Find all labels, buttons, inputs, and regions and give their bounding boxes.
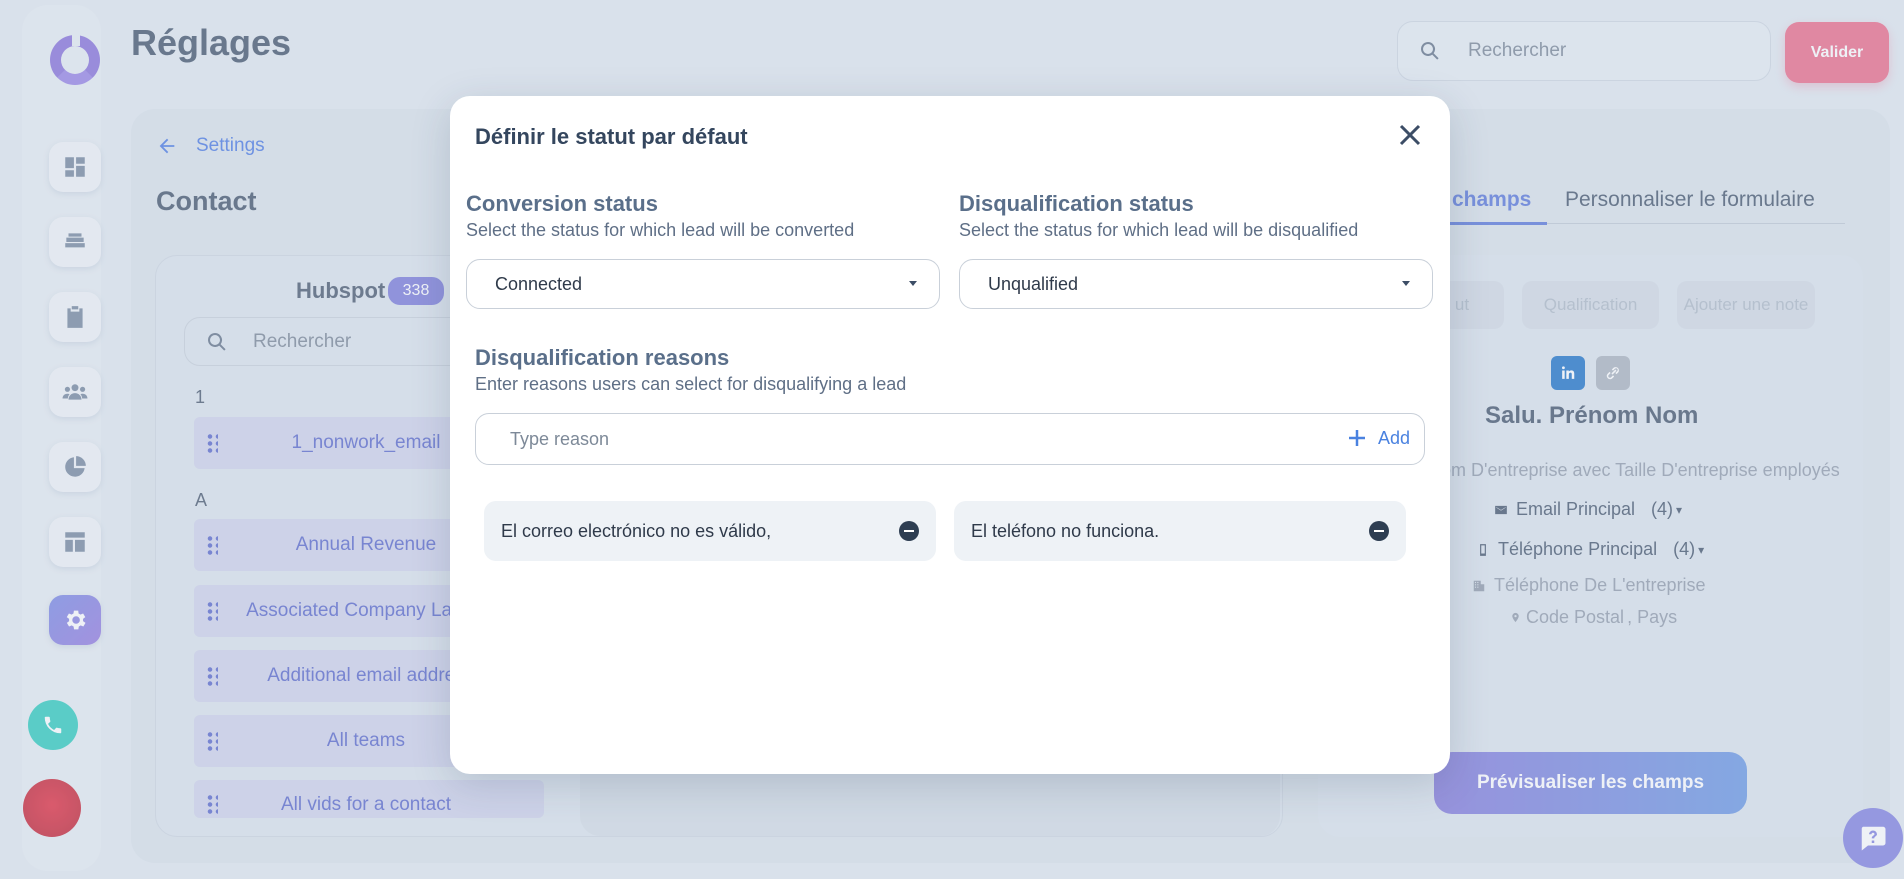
conversion-status-value: Connected — [495, 273, 583, 294]
remove-circle-icon[interactable] — [1369, 521, 1389, 541]
close-icon[interactable] — [1397, 122, 1423, 148]
reason-chip-label: El teléfono no funciona. — [971, 520, 1160, 541]
disqualification-status-help: Select the status for which lead will be… — [959, 220, 1359, 240]
conversion-status-help: Select the status for which lead will be… — [466, 220, 855, 240]
add-reason-button[interactable]: Add — [1346, 427, 1410, 449]
reason-chip: El correo electrónico no es válido, — [484, 501, 936, 561]
default-status-modal: Définir le statut par défaut Conversion … — [450, 96, 1450, 774]
reason-chip: El teléfono no funciona. — [954, 501, 1406, 561]
disqualification-status-label: Disqualification status — [959, 191, 1194, 216]
caret-down-icon — [909, 281, 917, 286]
caret-down-icon — [1402, 281, 1410, 286]
remove-circle-icon[interactable] — [899, 521, 919, 541]
disqualification-reasons-label: Disqualification reasons — [475, 345, 730, 370]
reason-chip-label: El correo electrónico no es válido, — [501, 520, 772, 541]
modal-title: Définir le statut par défaut — [475, 124, 748, 149]
plus-icon — [1348, 430, 1365, 446]
disqualification-reasons-help: Enter reasons users can select for disqu… — [475, 374, 907, 394]
disqualification-status-value: Unqualified — [988, 273, 1079, 294]
reason-input[interactable] — [510, 428, 1310, 450]
conversion-status-select[interactable]: Connected — [466, 259, 940, 309]
conversion-status-label: Conversion status — [466, 191, 658, 216]
disqualification-status-select[interactable]: Unqualified — [959, 259, 1433, 309]
reason-field[interactable]: Add — [475, 413, 1425, 465]
